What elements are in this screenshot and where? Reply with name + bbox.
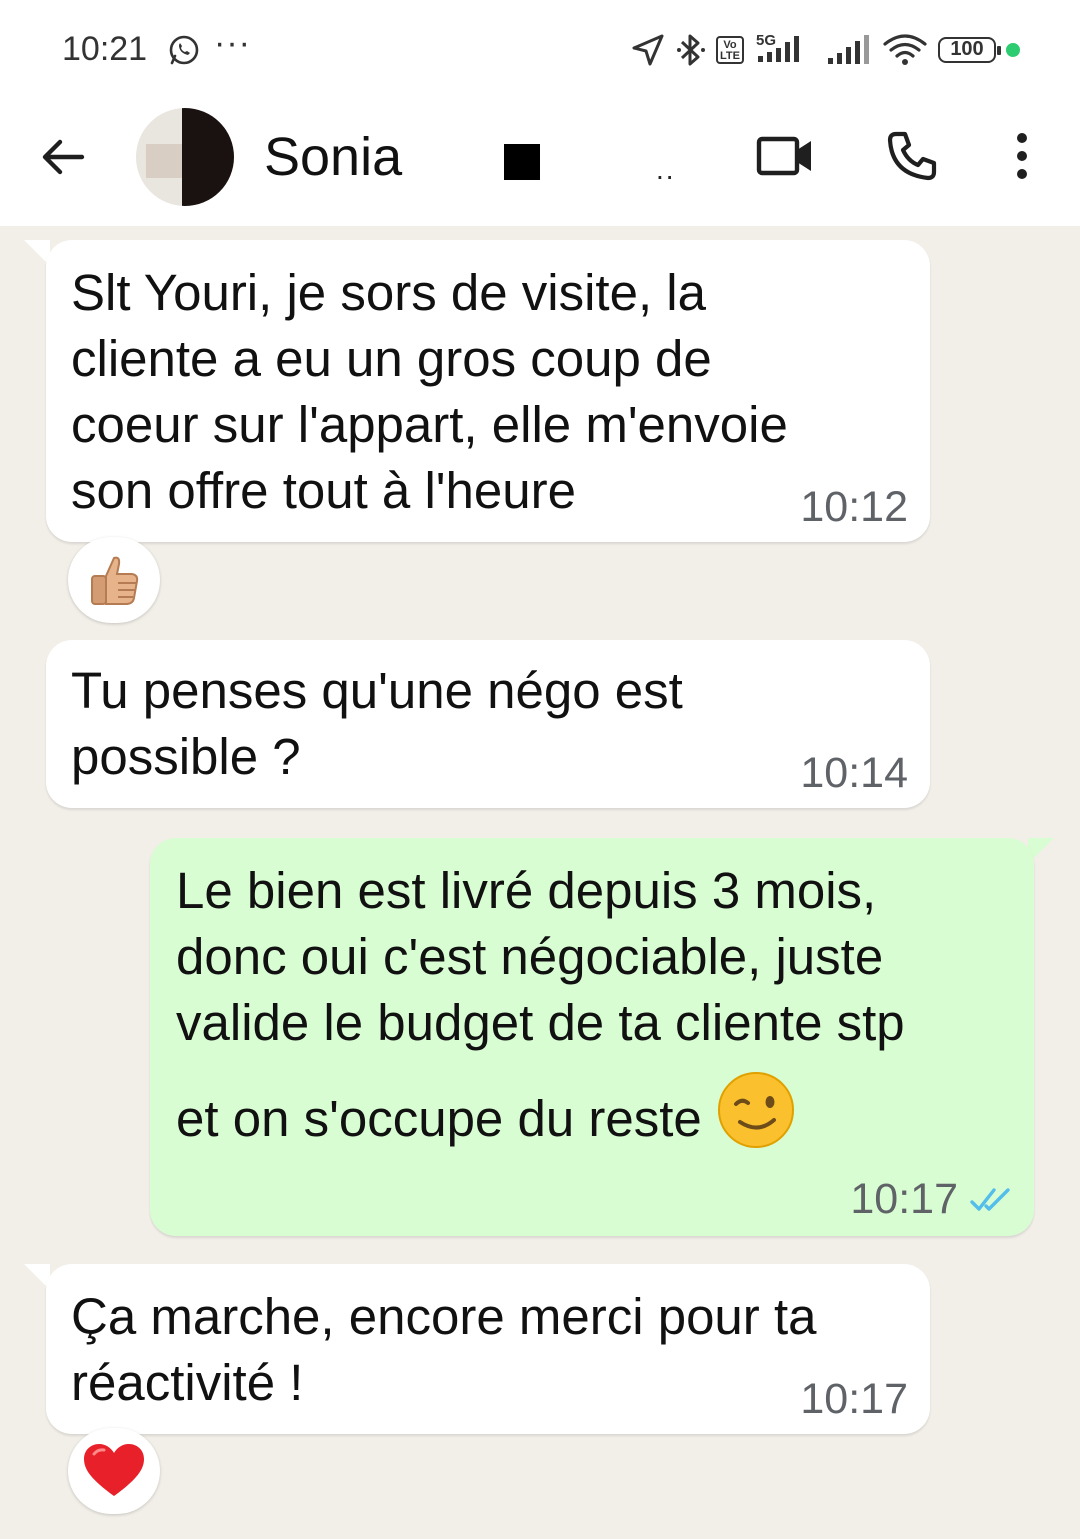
whatsapp-notification-icon — [169, 35, 199, 65]
message-reaction[interactable] — [68, 537, 160, 623]
message-line: donc oui c'est négociable, juste — [176, 928, 884, 985]
message-line: Slt Youri, je sors de visite, la — [71, 264, 706, 321]
red-heart-icon — [84, 1444, 144, 1496]
battery-indicator: 100 — [938, 37, 1001, 63]
read-receipt-double-check-icon — [970, 1188, 1010, 1211]
contact-status-dots: .. — [656, 154, 676, 185]
message-bubble-incoming[interactable]: Slt Youri, je sors de visite, la cliente… — [46, 240, 930, 542]
message-line: possible ? — [71, 728, 301, 785]
svg-text:5G: 5G — [756, 32, 776, 49]
message-bubble-incoming[interactable]: Ça marche, encore merci pour ta réactivi… — [46, 1264, 930, 1434]
thumbs-up-icon — [91, 556, 139, 605]
status-bar: 10:21 ··· Vo LTE 5G 100 — [0, 0, 1080, 100]
message-line: valide le budget de ta cliente stp — [176, 994, 905, 1051]
status-icons: Vo LTE 5G 100 — [630, 28, 1020, 72]
message-timestamp: 10:17 — [800, 1375, 908, 1423]
wifi-icon — [883, 34, 927, 65]
message-line: coeur sur l'appart, elle m'envoie — [71, 396, 788, 453]
message-line: et on s'occupe du reste — [176, 1090, 702, 1147]
avatar-photo-light — [146, 144, 182, 178]
bluetooth-icon — [677, 34, 705, 66]
message-timestamp: 10:12 — [800, 483, 908, 531]
message-timestamp: 10:14 — [800, 749, 908, 797]
privacy-indicator-dot — [1006, 43, 1020, 57]
message-bubble-outgoing[interactable]: Le bien est livré depuis 3 mois, donc ou… — [150, 838, 1034, 1236]
status-time: 10:21 — [62, 30, 148, 68]
redacted-block — [504, 144, 540, 180]
notification-overflow: ··· — [214, 24, 251, 62]
message-line: Le bien est livré depuis 3 mois, — [176, 862, 877, 919]
contact-name[interactable]: Sonia — [264, 126, 402, 188]
video-call-icon[interactable] — [756, 134, 814, 178]
message-line: Ça marche, encore merci pour ta — [71, 1288, 817, 1345]
message-reaction[interactable] — [68, 1428, 160, 1514]
message-timestamp: 10:17 — [850, 1175, 958, 1223]
back-arrow-icon[interactable] — [38, 132, 88, 182]
message-line: Tu penses qu'une négo est — [71, 662, 683, 719]
wink-smile-icon — [717, 1072, 794, 1148]
voice-call-icon[interactable] — [886, 130, 938, 182]
5g-signal-icon: 5G — [756, 32, 799, 62]
message-line: son offre tout à l'heure — [71, 462, 576, 519]
contact-avatar[interactable] — [136, 108, 234, 206]
avatar-photo-dark — [182, 108, 234, 206]
volte-icon: Vo LTE — [716, 36, 744, 64]
signal-strength-icon — [828, 35, 869, 64]
message-line: cliente a eu un gros coup de — [71, 330, 712, 387]
location-arrow-icon — [632, 34, 664, 66]
message-bubble-incoming[interactable]: Tu penses qu'une négo est possible ? 10:… — [46, 640, 930, 808]
chat-header: Sonia .. — [0, 100, 1080, 226]
message-line: réactivité ! — [71, 1354, 304, 1411]
more-vert-icon[interactable] — [1010, 130, 1034, 182]
